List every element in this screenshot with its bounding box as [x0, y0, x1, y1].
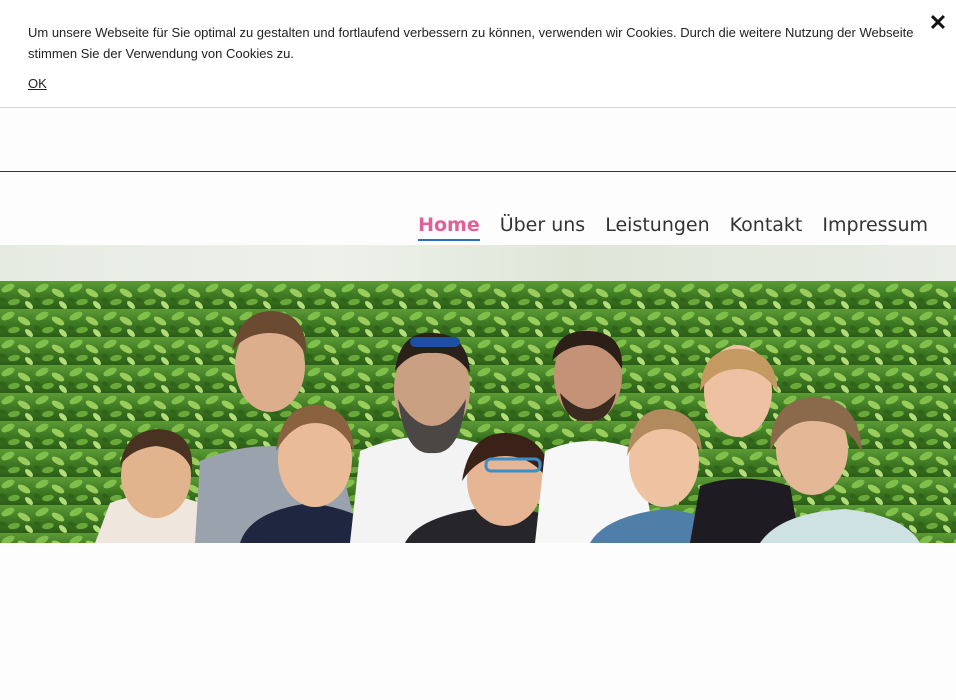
cookie-message: Um unsere Webseite für Sie optimal zu ge… [28, 25, 914, 61]
nav-item-kontakt[interactable]: Kontakt [730, 212, 803, 241]
team-photo-illustration [0, 281, 956, 543]
cookie-banner: Um unsere Webseite für Sie optimal zu ge… [0, 0, 956, 108]
nav-item-ueber-uns[interactable]: Über uns [500, 212, 586, 241]
nav-item-home[interactable]: Home [418, 212, 480, 241]
header-divider [0, 171, 956, 172]
hero-top-strip [0, 245, 956, 281]
cookie-ok-link[interactable]: OK [28, 76, 47, 91]
nav-item-leistungen[interactable]: Leistungen [605, 212, 709, 241]
main-navigation: Home Über uns Leistungen Kontakt Impress… [418, 212, 928, 241]
team-photo [0, 281, 956, 543]
close-icon[interactable]: ✕ [926, 10, 950, 36]
nav-item-impressum[interactable]: Impressum [822, 212, 928, 241]
